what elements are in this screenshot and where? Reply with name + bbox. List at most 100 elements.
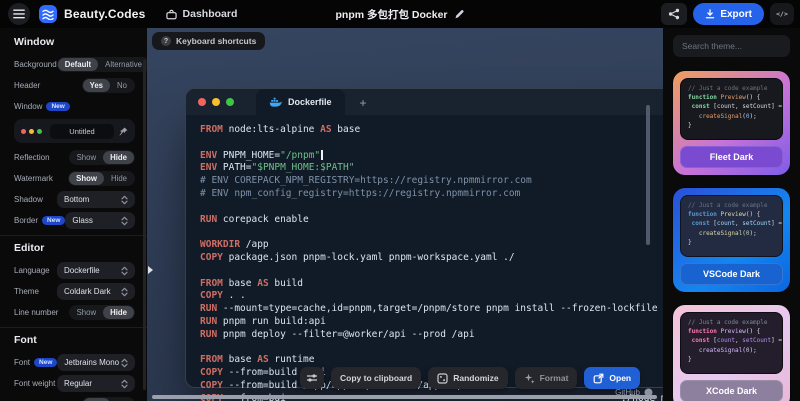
option-show[interactable]: Show xyxy=(70,151,104,164)
preview-token: // Just a code example xyxy=(688,202,767,209)
code-token: base xyxy=(332,124,361,135)
preview-token: ] = xyxy=(771,220,782,227)
preview-code-line: function Preview() { xyxy=(688,210,775,219)
setting-row-language: Language Dockerfile xyxy=(14,262,135,279)
setting-row-ligatures: LigaturesYesNo xyxy=(14,396,135,401)
setting-label-language: Language xyxy=(14,266,50,275)
select-font-value: Jetbrains Mono xyxy=(64,358,119,367)
preview-code-line: createSignal(0); xyxy=(688,112,775,121)
preview-token: ); xyxy=(749,347,756,354)
brand-logo-icon[interactable] xyxy=(39,5,57,23)
code-token: RUN xyxy=(200,214,217,225)
select-shadow[interactable]: Bottom xyxy=(57,191,135,208)
preview-token: function xyxy=(688,328,717,335)
copy-to-clipboard-button-label: Copy to clipboard xyxy=(340,373,412,383)
open-button[interactable]: Open xyxy=(584,367,640,389)
export-button[interactable]: Export xyxy=(693,3,764,25)
setting-label-line-number: Line number xyxy=(14,308,58,317)
preview-token: } xyxy=(688,356,692,363)
preview-token: [ xyxy=(710,220,717,227)
preview-token: createSignal xyxy=(699,113,742,120)
option-hide[interactable]: Hide xyxy=(103,151,134,164)
keyboard-shortcuts-button[interactable]: ? Keyboard shortcuts xyxy=(152,32,265,50)
canvas-toolbar: Copy to clipboard Randomize Format Open xyxy=(300,367,640,389)
theme-card-vscode-dark[interactable]: // Just a code examplefunction Preview()… xyxy=(673,188,790,292)
preview-token: [ xyxy=(710,337,717,344)
select-font[interactable]: Jetbrains Mono xyxy=(57,354,135,371)
option-show[interactable]: Show xyxy=(70,306,104,319)
menu-button[interactable] xyxy=(8,3,30,25)
theme-select-button-vscode-dark[interactable]: VSCode Dark xyxy=(680,263,783,285)
pin-icon xyxy=(119,127,128,136)
code-token: base xyxy=(223,354,257,365)
window-title-value[interactable]: Untitled xyxy=(50,124,114,139)
option-alternative[interactable]: Alternative xyxy=(98,58,147,71)
theme-select-button-xcode-dark[interactable]: XCode Dark xyxy=(680,380,783,401)
copy-to-clipboard-button[interactable]: Copy to clipboard xyxy=(331,367,421,389)
document-title[interactable]: pnpm 多包打包 Docker xyxy=(335,7,464,22)
code-token: runtime xyxy=(269,354,315,365)
preview-code-line: // Just a code example xyxy=(688,201,775,210)
avatar[interactable]: </> xyxy=(770,3,794,25)
chevron-up-down-icon xyxy=(121,358,128,368)
search-input[interactable] xyxy=(673,35,790,57)
settings-sidebar: WindowBackgroundDefaultAlternativeHeader… xyxy=(0,28,147,401)
preview-token: setCount xyxy=(742,337,771,344)
setting-label-text: Font weight xyxy=(14,379,55,388)
minimize-dot[interactable] xyxy=(212,98,220,106)
code-window-header[interactable]: Dockerfile + xyxy=(186,89,663,115)
new-tab-button[interactable]: + xyxy=(360,96,367,110)
setting-label-text: Shadow xyxy=(14,195,43,204)
select-border[interactable]: Glass xyxy=(65,212,135,229)
preview-token xyxy=(688,230,699,237)
option-hide[interactable]: Hide xyxy=(104,172,134,185)
preview-code-line: const [count, setCount] = xyxy=(688,336,775,345)
share-button[interactable] xyxy=(661,3,687,25)
preview-token: // Just a code example xyxy=(688,85,767,92)
preview-token: } xyxy=(688,122,692,129)
document-title-text: pnpm 多包打包 Docker xyxy=(335,7,447,22)
option-hide[interactable]: Hide xyxy=(103,306,134,319)
edit-pencil-icon[interactable] xyxy=(455,9,465,19)
code-token: "/pnpm" xyxy=(280,150,320,161)
top-bar: Beauty.Codes Dashboard pnpm 多包打包 Docker xyxy=(0,0,800,28)
code-editor[interactable]: FROM node:lts-alpine AS baseENV PNPM_HOM… xyxy=(186,115,663,401)
theme-card-xcode-dark[interactable]: // Just a code examplefunction Preview()… xyxy=(673,305,790,401)
code-token: RUN xyxy=(200,316,217,327)
chevron-up-down-icon xyxy=(121,379,128,389)
option-default[interactable]: Default xyxy=(58,58,98,71)
code-token: AS xyxy=(257,354,268,365)
close-dot[interactable] xyxy=(198,98,206,106)
vertical-scrollbar[interactable] xyxy=(646,105,650,245)
setting-row-line-number: Line number ShowHide xyxy=(14,304,135,321)
setting-row-theme: ThemeColdark Dark xyxy=(14,283,135,300)
code-window: Dockerfile + FROM node:lts-alpine AS bas… xyxy=(185,88,663,388)
avatar-label: </> xyxy=(776,10,788,18)
theme-select-button-fleet-dark[interactable]: Fleet Dark xyxy=(680,146,783,168)
code-token: --mount=type=cache,id=pnpm,target=/pnpm/… xyxy=(217,303,663,314)
select-font-weight[interactable]: Regular xyxy=(57,375,135,392)
sidebar-collapse-handle[interactable] xyxy=(148,266,153,274)
window-title-preview[interactable]: Untitled xyxy=(14,119,135,143)
option-no[interactable]: No xyxy=(110,79,134,92)
horizontal-scrollbar[interactable] xyxy=(152,395,657,399)
chevron-up-down-icon xyxy=(121,287,128,297)
theme-preview-vscode-dark: // Just a code examplefunction Preview()… xyxy=(680,195,783,257)
theme-card-fleet-dark[interactable]: // Just a code examplefunction Preview()… xyxy=(673,71,790,175)
randomize-button[interactable]: Randomize xyxy=(428,367,507,389)
select-theme[interactable]: Coldark Dark xyxy=(57,283,135,300)
code-line: RUN pnpm run build:api xyxy=(200,316,663,329)
select-language[interactable]: Dockerfile xyxy=(57,262,135,279)
nav-dashboard[interactable]: Dashboard xyxy=(166,8,238,20)
sidebar-scrollbar[interactable] xyxy=(143,60,146,390)
tab-dockerfile[interactable]: Dockerfile xyxy=(256,89,345,115)
format-button-label: Format xyxy=(540,373,569,383)
maximize-dot[interactable] xyxy=(226,98,234,106)
option-yes[interactable]: Yes xyxy=(83,79,110,92)
code-line: WORKDIR /app xyxy=(200,239,663,252)
preview-code-line: const [count, setCount] = xyxy=(688,219,775,228)
preview-token: () { xyxy=(746,211,760,218)
toolbar-settings-button[interactable] xyxy=(300,367,324,389)
option-show[interactable]: Show xyxy=(69,172,104,185)
format-button[interactable]: Format xyxy=(515,367,578,389)
